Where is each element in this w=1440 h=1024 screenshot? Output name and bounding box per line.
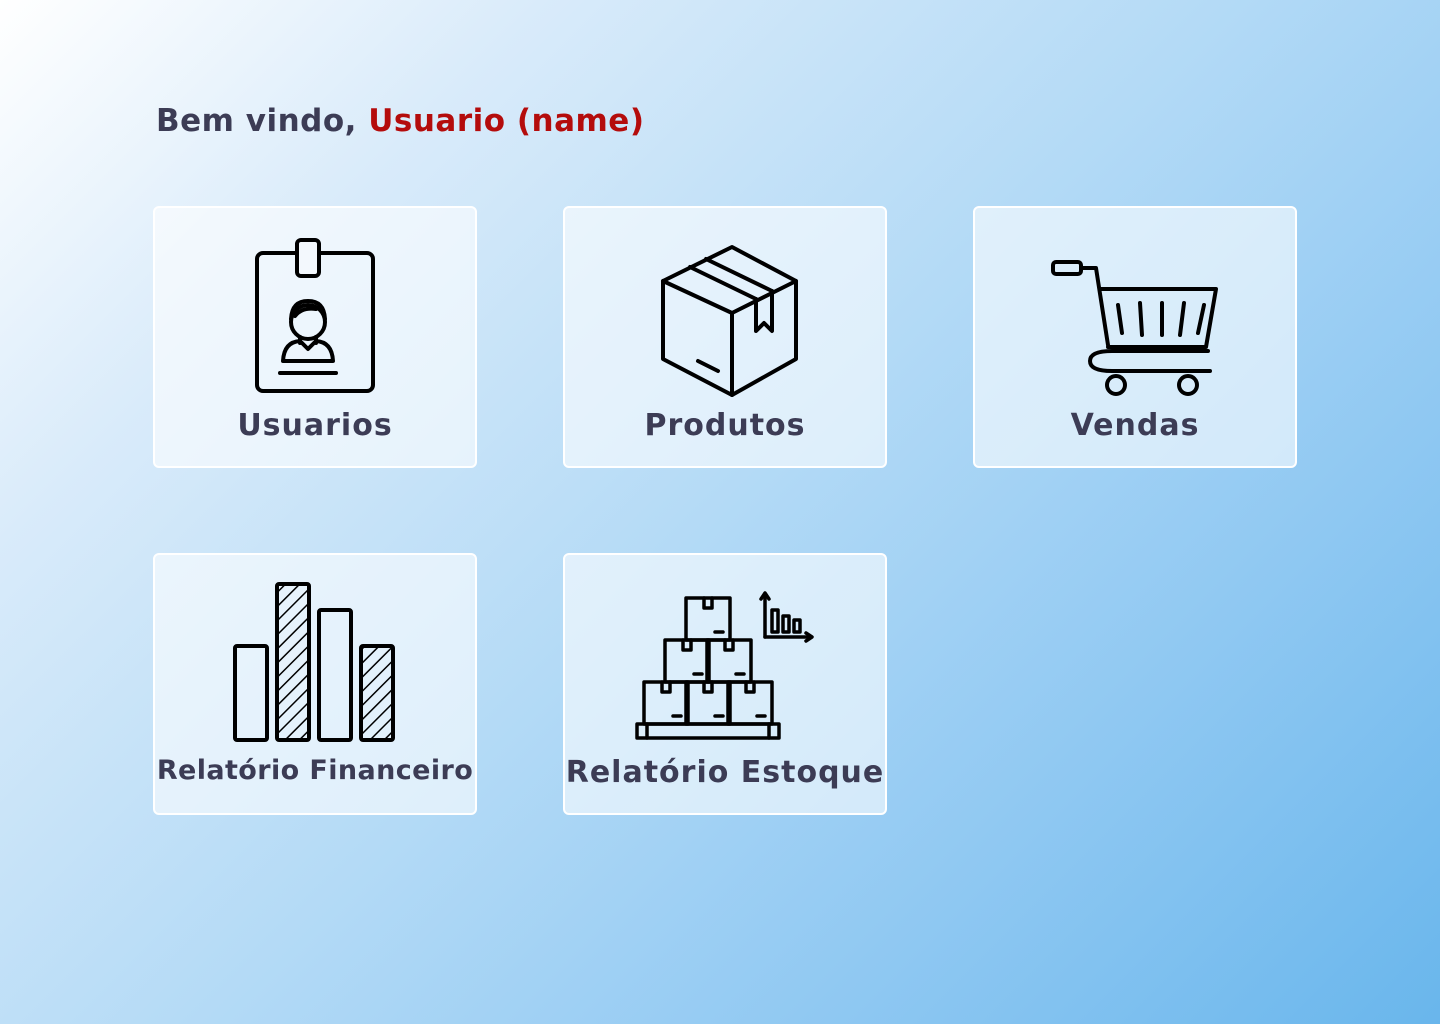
bar-chart-icon [155, 579, 475, 749]
relatorio-financeiro-label: Relatório Financeiro [156, 755, 474, 786]
welcome-user-name: Usuario (name) [368, 103, 645, 139]
vendas-label: Vendas [1070, 408, 1200, 443]
produtos-label: Produtos [644, 408, 806, 443]
welcome-greeting: Bem vindo, [156, 103, 357, 139]
id-badge-icon [155, 232, 475, 402]
relatorio-financeiro-card[interactable]: Relatório Financeiro [153, 553, 477, 815]
shopping-cart-icon [975, 232, 1295, 402]
welcome-heading: Bem vindo, Usuario (name) [156, 103, 645, 139]
usuarios-card[interactable]: Usuarios [153, 206, 477, 468]
usuarios-label: Usuarios [237, 408, 393, 443]
vendas-card[interactable]: Vendas [973, 206, 1297, 468]
relatorio-estoque-label: Relatório Estoque [565, 755, 885, 790]
stock-boxes-icon [565, 579, 885, 749]
produtos-card[interactable]: Produtos [563, 206, 887, 468]
relatorio-estoque-card[interactable]: Relatório Estoque [563, 553, 887, 815]
box-icon [565, 232, 885, 402]
